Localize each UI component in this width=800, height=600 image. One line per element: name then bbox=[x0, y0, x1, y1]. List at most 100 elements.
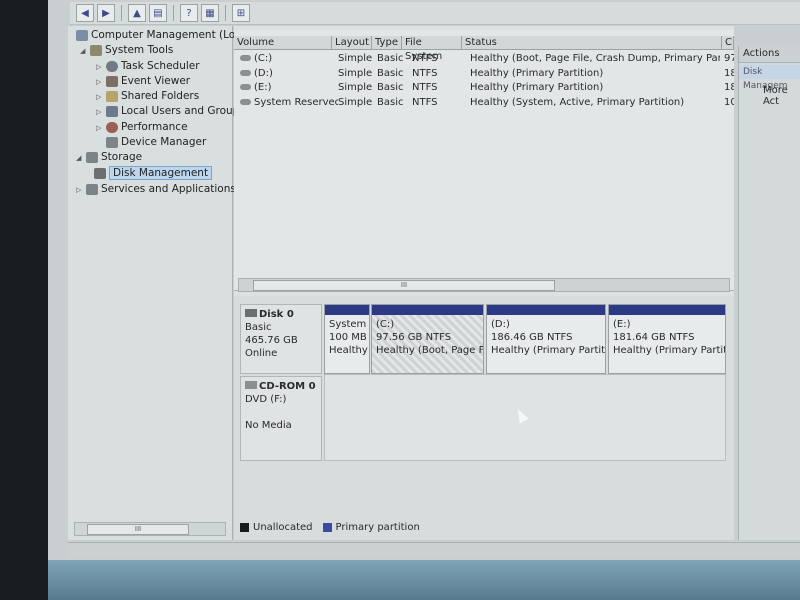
collapse-icon[interactable]: ◢ bbox=[80, 44, 90, 59]
table-row[interactable]: (E:) bbox=[240, 81, 332, 94]
disk-icon bbox=[245, 309, 257, 317]
export-icon[interactable]: ⊞ bbox=[232, 4, 250, 22]
expand-icon[interactable]: ▷ bbox=[96, 90, 106, 105]
partition-d[interactable]: (D:) 186.46 GB NTFS Healthy (Primary Par… bbox=[486, 304, 606, 374]
toolbar-separator bbox=[173, 5, 174, 21]
cdrom-0-label[interactable]: CD-ROM 0 DVD (F:) No Media bbox=[240, 376, 322, 461]
partition-size: 97.56 GB NTFS bbox=[376, 332, 452, 343]
tree-item-local-users-and-groups[interactable]: ▷ Local Users and Groups bbox=[96, 104, 245, 119]
volume-list-horizontal-scrollbar[interactable]: III bbox=[238, 278, 730, 292]
partition-status: Healthy (Primary Partition bbox=[613, 345, 725, 356]
partition-name: (E:) bbox=[613, 319, 631, 330]
cdrom-name: CD-ROM 0 bbox=[259, 381, 316, 392]
tree-item-performance[interactable]: ▷ Performance bbox=[96, 120, 188, 135]
partition-name: (D:) bbox=[491, 319, 510, 330]
performance-icon bbox=[106, 121, 118, 133]
expand-icon[interactable]: ▷ bbox=[76, 183, 86, 198]
cell-layout: Simple bbox=[338, 82, 373, 93]
tree-item-label: Device Manager bbox=[121, 136, 207, 148]
storage-icon bbox=[86, 151, 98, 163]
cdrom-media: No Media bbox=[245, 420, 292, 431]
drive-icon bbox=[240, 99, 251, 105]
tree-item-task-scheduler[interactable]: ▷ Task Scheduler bbox=[96, 59, 200, 74]
tree-item-label: Local Users and Groups bbox=[121, 105, 245, 117]
clock-icon bbox=[106, 60, 118, 72]
cdrom-type: DVD (F:) bbox=[245, 394, 287, 405]
toolbar: ◀ ▶ ▲ ▤ ? ▦ ⊞ bbox=[70, 2, 800, 25]
tree-horizontal-scrollbar[interactable]: III bbox=[74, 522, 226, 536]
toolbar-separator bbox=[225, 5, 226, 21]
partition-size: 186.46 GB NTFS bbox=[491, 332, 573, 343]
actions-header: Actions bbox=[739, 46, 800, 63]
tree-item-system-tools[interactable]: ◢ System Tools bbox=[80, 43, 173, 58]
up-folder-icon[interactable]: ▲ bbox=[128, 4, 146, 22]
tree-item-shared-folders[interactable]: ▷ Shared Folders bbox=[96, 89, 199, 104]
volume-name: (D:) bbox=[254, 68, 273, 79]
tree-item-computer-management[interactable]: Computer Management (Local bbox=[76, 28, 250, 43]
cell-fs: NTFS bbox=[412, 68, 438, 79]
tree-item-event-viewer[interactable]: ▷ Event Viewer bbox=[96, 74, 190, 89]
expand-icon[interactable]: ▷ bbox=[96, 105, 106, 120]
back-icon[interactable]: ◀ bbox=[76, 4, 94, 22]
disk-0-label[interactable]: Disk 0 Basic 465.76 GB Online bbox=[240, 304, 322, 374]
cell-status: Healthy (Boot, Page File, Crash Dump, Pr… bbox=[470, 53, 720, 64]
forward-icon[interactable]: ▶ bbox=[97, 4, 115, 22]
console-tree: Computer Management (Local ◢ System Tools… bbox=[68, 26, 250, 540]
column-header-volume[interactable]: Volume bbox=[234, 36, 332, 50]
cell-capacity: 18 bbox=[724, 82, 734, 93]
partition-c[interactable]: (C:) 97.56 GB NTFS Healthy (Boot, Page F… bbox=[371, 304, 484, 374]
column-header-status[interactable]: Status bbox=[462, 36, 722, 50]
scroll-thumb[interactable]: III bbox=[87, 524, 189, 535]
show-tree-icon[interactable]: ▤ bbox=[149, 4, 167, 22]
expand-icon[interactable]: ▷ bbox=[96, 75, 106, 90]
tree-item-label: Shared Folders bbox=[121, 90, 200, 102]
tree-item-services-and-applications[interactable]: ▷ Services and Applications bbox=[76, 182, 236, 197]
volume-name: (E:) bbox=[254, 82, 272, 93]
cdrom-icon bbox=[245, 381, 257, 389]
tree-item-label: Storage bbox=[101, 151, 143, 163]
cell-layout: Simple bbox=[338, 97, 373, 108]
services-icon bbox=[86, 183, 98, 195]
properties-icon[interactable]: ▦ bbox=[201, 4, 219, 22]
unallocated-swatch bbox=[240, 523, 249, 532]
computer-icon bbox=[76, 29, 88, 41]
tree-item-disk-management[interactable]: Disk Management bbox=[94, 166, 213, 181]
table-row[interactable]: (D:) bbox=[240, 67, 332, 80]
tree-item-storage[interactable]: ◢ Storage bbox=[76, 150, 142, 165]
tree-item-device-manager[interactable]: Device Manager bbox=[106, 135, 206, 150]
cell-type: Basic bbox=[377, 68, 404, 79]
cell-fs: NTFS bbox=[412, 82, 438, 93]
expand-icon[interactable]: ▷ bbox=[96, 121, 106, 136]
column-header-file-system[interactable]: File System bbox=[402, 36, 462, 62]
help-icon[interactable]: ? bbox=[180, 4, 198, 22]
disk-graphical-view: Disk 0 Basic 465.76 GB Online System 100… bbox=[234, 296, 734, 540]
cell-status: Healthy (Primary Partition) bbox=[470, 82, 604, 93]
partition-status: Healthy (Boot, Page File bbox=[376, 345, 483, 356]
partition-bar bbox=[372, 305, 483, 315]
legend-unallocated: Unallocated bbox=[253, 522, 313, 533]
partition-status: Healthy bbox=[329, 345, 368, 356]
scroll-thumb[interactable]: III bbox=[253, 280, 555, 291]
primary-swatch bbox=[322, 523, 332, 532]
column-header-type[interactable]: Type bbox=[372, 36, 402, 50]
table-row[interactable]: System Reserved bbox=[240, 96, 338, 109]
disk-name: Disk 0 bbox=[259, 309, 294, 320]
column-header-layout[interactable]: Layout bbox=[332, 36, 372, 50]
legend-primary: Primary partition bbox=[335, 522, 420, 533]
disk-size: 465.76 GB bbox=[245, 335, 298, 346]
partition-system-reserved[interactable]: System 100 MB Healthy bbox=[324, 304, 370, 374]
table-row[interactable]: (C:) bbox=[240, 52, 332, 65]
event-icon bbox=[106, 75, 118, 87]
collapse-icon[interactable]: ◢ bbox=[76, 151, 86, 166]
cell-status: Healthy (Primary Partition) bbox=[470, 68, 604, 79]
actions-disk-management[interactable]: Disk Managem bbox=[739, 65, 800, 91]
drive-icon bbox=[240, 84, 251, 90]
column-header-capacity[interactable]: C bbox=[722, 36, 734, 50]
partition-bar bbox=[609, 305, 725, 315]
main-pane: Volume Layout Type File System Status C … bbox=[234, 26, 734, 540]
partition-e[interactable]: (E:) 181.64 GB NTFS Healthy (Primary Par… bbox=[608, 304, 726, 374]
tree-item-label: System Tools bbox=[105, 44, 174, 56]
expand-icon[interactable]: ▷ bbox=[96, 60, 106, 75]
volume-name: (C:) bbox=[254, 53, 273, 64]
